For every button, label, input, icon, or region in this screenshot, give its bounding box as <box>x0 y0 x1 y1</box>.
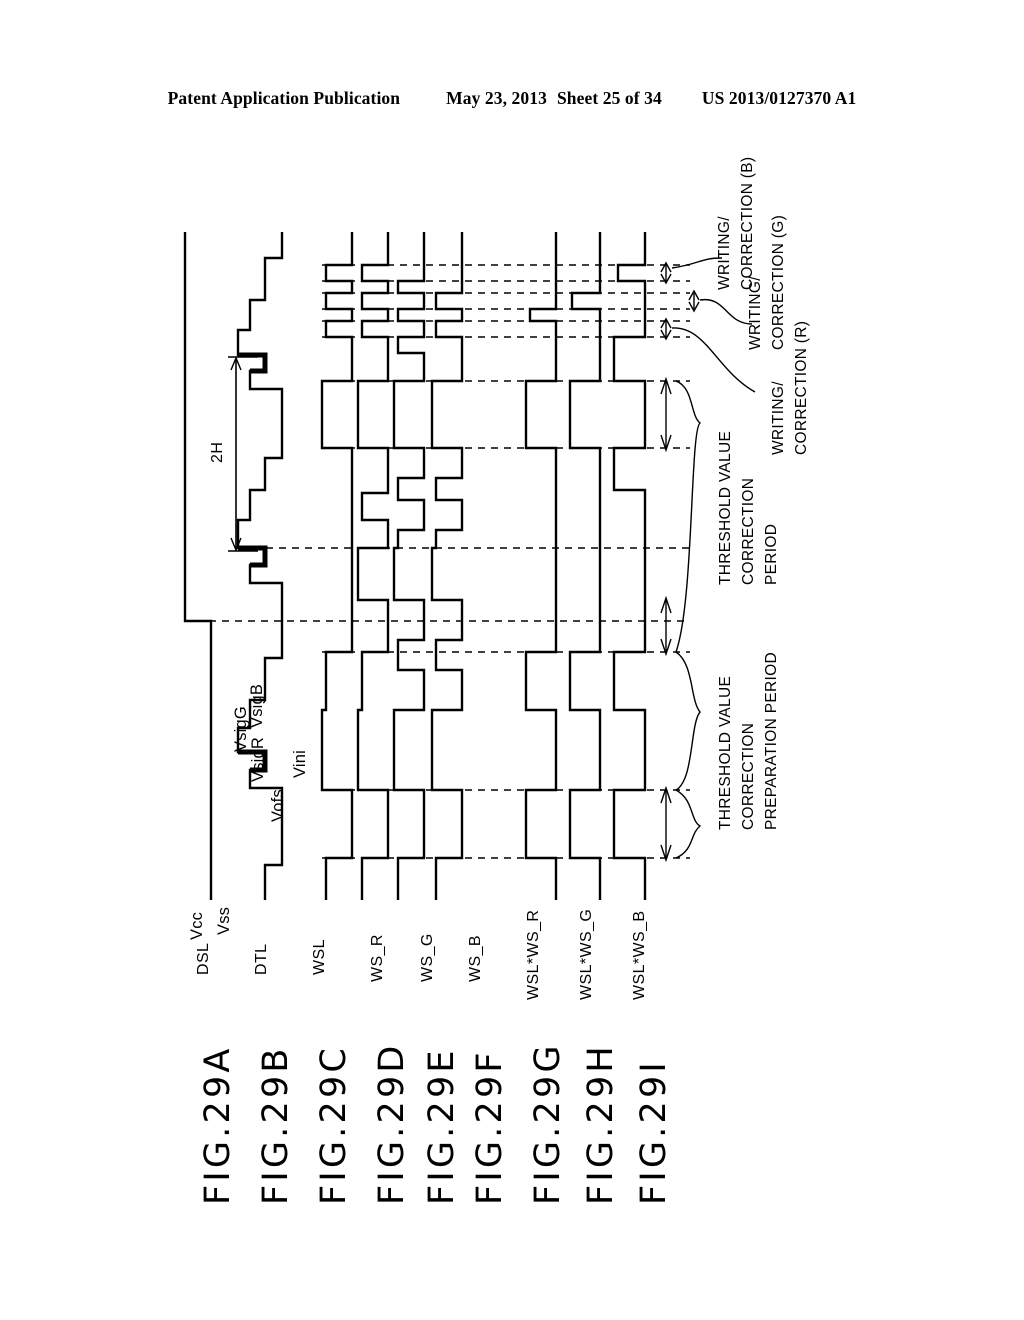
figure-label-h: FIG.29H <box>581 1043 621 1205</box>
voltage-label-vsigr: VsigR <box>249 736 267 782</box>
annotation-writing-correction-b-line1: WRITING/ <box>716 216 733 290</box>
guide-lines <box>196 264 690 859</box>
annotation-threshold-preparation-period-line3: PREPARATION PERIOD <box>763 652 780 830</box>
annotation-threshold-preparation-period-line1: THRESHOLD VALUE <box>717 675 734 830</box>
annotation-threshold-preparation-period-line2: CORRECTION <box>740 722 757 830</box>
annotation-threshold-correction-period-line2: CORRECTION <box>740 477 757 585</box>
signal-name-wsl-ws-b: WSL*WS_B <box>631 910 648 1000</box>
figure-label-e: FIG.29E <box>422 1047 462 1205</box>
figure-label-c: FIG.29C <box>314 1044 354 1205</box>
annotation-writing-correction-b-line2: CORRECTION (B) <box>739 156 756 290</box>
trace-ws-g <box>392 232 426 900</box>
trace-ws-r <box>356 232 390 900</box>
annotation-threshold-correction-period-line1: THRESHOLD VALUE <box>717 430 734 585</box>
trace-wsl-ws-b <box>612 232 647 900</box>
signal-name-dtl: DTL <box>253 943 270 975</box>
figure-label-a: FIG.29A <box>198 1045 238 1205</box>
trace-wsl-ws-g <box>568 232 602 900</box>
figure-label-d: FIG.29D <box>372 1042 412 1205</box>
figure-label-f: FIG.29F <box>470 1049 510 1205</box>
voltage-label-vsigb: VsigB <box>248 683 266 728</box>
signal-name-wsl-ws-g: WSL*WS_G <box>578 908 595 1000</box>
annotation-writing-correction-g-line2: CORRECTION (G) <box>770 214 787 350</box>
trace-wsl-ws-r <box>524 232 558 900</box>
trace-ws-b <box>430 232 464 900</box>
span-arrows <box>660 261 700 863</box>
figure-label-g: FIG.29G <box>528 1042 568 1205</box>
figure-label-i: FIG.29I <box>634 1059 674 1205</box>
signal-name-ws-g: WS_G <box>419 933 436 982</box>
dimension-2h <box>228 356 258 552</box>
figure-label-b: FIG.29B <box>256 1045 296 1205</box>
signal-name-ws-r: WS_R <box>369 934 386 982</box>
voltage-label-vini: Vini <box>291 749 309 778</box>
signal-name-ws-b: WS_B <box>467 935 484 982</box>
signal-name-wsl: WSL <box>311 939 328 975</box>
voltage-label-vofs: Vofs <box>269 789 287 822</box>
signal-name-wsl-ws-r: WSL*WS_R <box>525 909 542 1000</box>
annotation-writing-correction-r-line1: WRITING/ <box>770 381 787 455</box>
signal-name-dsl: DSL <box>195 942 212 975</box>
annotation-writing-correction-r-line2: CORRECTION (R) <box>793 320 810 455</box>
trace-wsl <box>320 232 354 900</box>
voltage-label-vss: Vss <box>215 906 233 935</box>
annotation-threshold-correction-period-line3: PERIOD <box>763 523 780 585</box>
waveform-svg <box>183 232 756 900</box>
trace-dsl <box>183 232 213 900</box>
voltage-label-vcc: Vcc <box>188 911 206 940</box>
dimension-label-2h: 2H <box>209 441 226 463</box>
annotation-writing-correction-g-line1: WRITING/ <box>747 276 764 350</box>
timing-chart-drawing <box>0 0 1024 1320</box>
